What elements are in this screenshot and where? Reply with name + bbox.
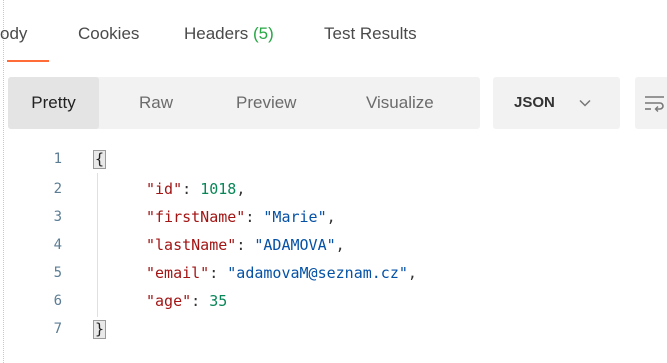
json-value: "ADAMOVA" — [254, 236, 336, 254]
wrap-lines-button[interactable] — [635, 77, 667, 129]
code-line: 2 "id": 1018, — [0, 178, 667, 202]
json-colon: : — [236, 236, 255, 254]
json-key: "id" — [146, 180, 183, 198]
format-select[interactable]: JSON — [493, 77, 620, 129]
tab-cookies[interactable]: Cookies — [78, 24, 139, 44]
headers-count-badge: (5) — [253, 24, 274, 43]
code-text: "firstName": "Marie", — [146, 208, 336, 226]
tab-headers-label: Headers — [184, 24, 249, 43]
code-line: 3 "firstName": "Marie", — [0, 206, 667, 230]
tab-headers[interactable]: Headers (5) — [184, 24, 274, 44]
json-colon: : — [182, 180, 201, 198]
code-text: "id": 1018, — [146, 180, 245, 198]
code-line: 1 { — [0, 148, 667, 172]
tab-body[interactable]: ody — [0, 24, 27, 44]
code-line: 7 } — [0, 318, 667, 342]
json-colon: : — [245, 208, 264, 226]
code-line: 5 "email": "adamovaM@seznam.cz", — [0, 262, 667, 286]
line-number: 7 — [53, 321, 62, 337]
code-text: "age": 35 — [146, 292, 227, 310]
json-key: "lastName" — [146, 236, 237, 254]
active-tab-indicator — [7, 60, 49, 62]
response-body-editor[interactable]: 1 { 2 "id": 1018, 3 "firstName": "Marie"… — [0, 148, 667, 363]
json-comma: , — [335, 236, 345, 254]
code-text: "email": "adamovaM@seznam.cz", — [146, 264, 417, 282]
chevron-down-icon — [578, 96, 592, 115]
json-comma: , — [236, 180, 246, 198]
json-comma: , — [326, 208, 336, 226]
json-key: "email" — [146, 264, 210, 282]
line-number: 3 — [53, 209, 62, 225]
code-text: } — [93, 320, 107, 339]
json-value: 35 — [209, 292, 228, 310]
view-mode-segmented-control: Pretty Raw Preview Visualize — [8, 77, 480, 129]
response-toolbar: Pretty Raw Preview Visualize JSON — [0, 77, 667, 129]
code-text: "lastName": "ADAMOVA", — [146, 236, 345, 254]
json-colon: : — [191, 292, 210, 310]
line-number: 4 — [53, 237, 62, 253]
line-number: 5 — [53, 265, 62, 281]
pretty-button[interactable]: Pretty — [8, 77, 99, 129]
json-colon: : — [209, 264, 228, 282]
raw-button[interactable]: Raw — [139, 77, 173, 129]
code-text: { — [93, 150, 107, 169]
code-line: 4 "lastName": "ADAMOVA", — [0, 234, 667, 258]
preview-button[interactable]: Preview — [236, 77, 296, 129]
json-value: "adamovaM@seznam.cz" — [227, 264, 408, 282]
line-number: 1 — [53, 151, 62, 167]
json-comma: , — [407, 264, 417, 282]
close-brace: } — [93, 320, 107, 339]
line-number: 2 — [53, 181, 62, 197]
format-select-label: JSON — [514, 94, 555, 111]
code-line: 6 "age": 35 — [0, 290, 667, 314]
json-key: "age" — [146, 292, 192, 310]
line-number: 6 — [53, 293, 62, 309]
visualize-button[interactable]: Visualize — [366, 77, 434, 129]
response-tabs: ody Cookies Headers (5) Test Results — [0, 0, 667, 64]
json-value: "Marie" — [263, 208, 327, 226]
json-value: 1018 — [200, 180, 237, 198]
json-key: "firstName" — [146, 208, 246, 226]
open-brace: { — [93, 150, 107, 169]
tab-test-results[interactable]: Test Results — [324, 24, 417, 44]
